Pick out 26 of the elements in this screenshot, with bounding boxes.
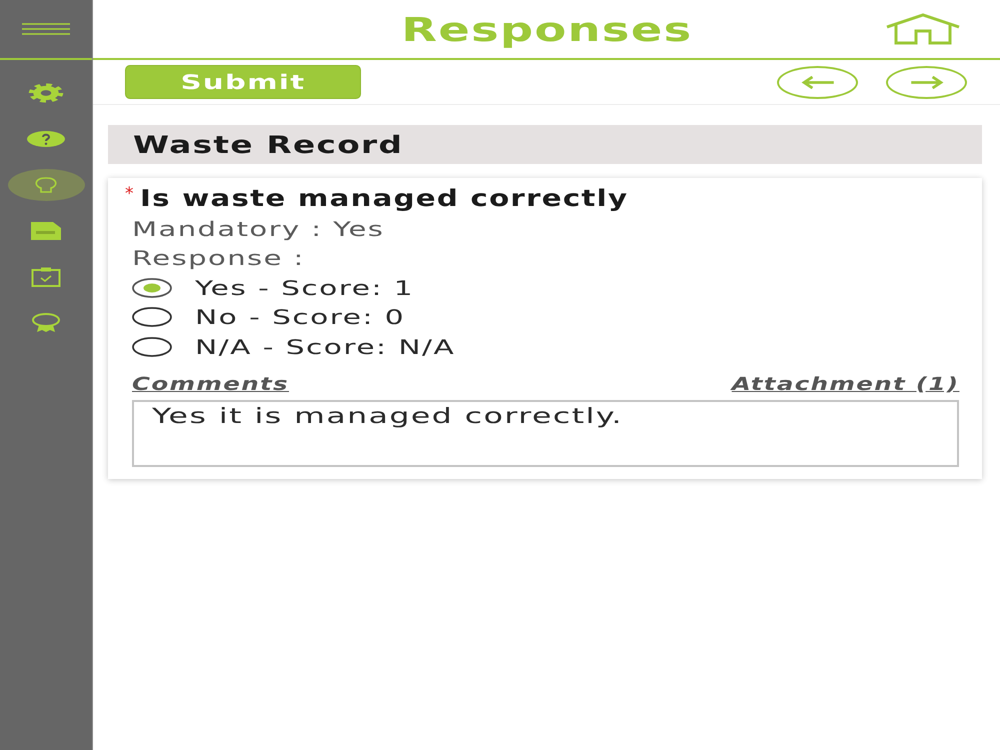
question-text: Is waste managed correctly (140, 186, 628, 212)
help-icon (27, 131, 65, 147)
radio-button[interactable] (132, 336, 172, 357)
clipboard-icon (31, 267, 61, 287)
gear-icon (28, 83, 64, 103)
award-icon (31, 313, 61, 333)
section-title: Waste Record (133, 130, 404, 158)
response-label: Response : (132, 246, 305, 270)
page-title: Responses (400, 10, 692, 48)
option-label: Yes - Score: 1 (195, 276, 414, 300)
radio-button[interactable] (132, 307, 172, 328)
document-icon (31, 222, 61, 240)
menu-icon (22, 23, 70, 35)
attachment-link[interactable]: Attachment (1) (731, 374, 959, 395)
home-icon (885, 13, 961, 45)
mandatory-label: Mandatory : Yes (132, 216, 384, 241)
right-arrow-icon (910, 76, 944, 88)
menu-button[interactable] (22, 23, 70, 35)
left-arrow-icon (800, 76, 834, 88)
comments-link[interactable]: Comments (132, 374, 289, 395)
home-button[interactable] (885, 13, 961, 45)
option-label: N/A - Score: N/A (195, 334, 456, 359)
radio-button[interactable] (132, 278, 172, 298)
option-label: No - Score: 0 (195, 305, 406, 330)
required-mark: * (125, 184, 134, 202)
comment-field[interactable]: Yes it is managed correctly. (132, 400, 959, 466)
